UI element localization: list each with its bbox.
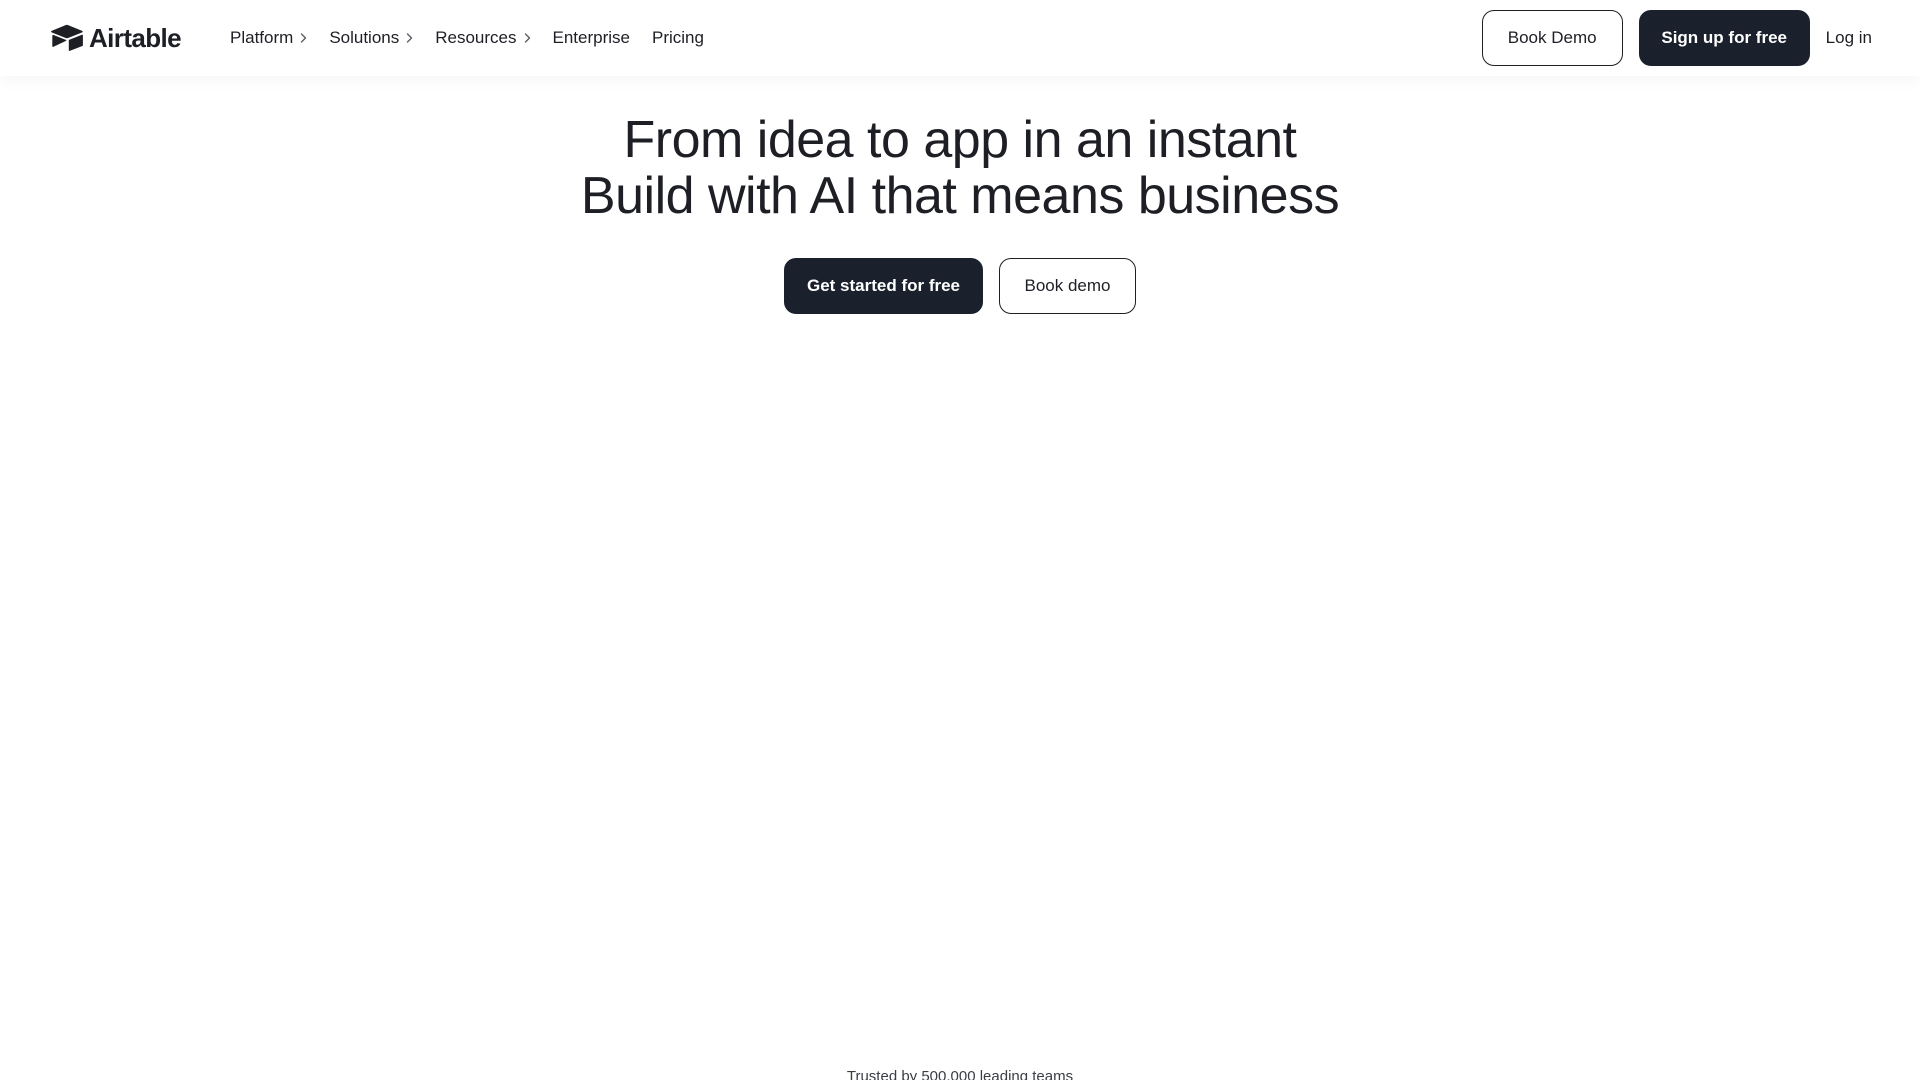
chevron-right-icon	[406, 33, 413, 43]
nav-item-enterprise[interactable]: Enterprise	[553, 28, 630, 48]
nav-item-resources[interactable]: Resources	[435, 28, 530, 48]
chevron-right-icon	[300, 33, 307, 43]
hero-headline-line-1: From idea to app in an instant	[623, 111, 1297, 169]
airtable-wordmark: Airtable	[89, 23, 182, 53]
header-actions: Book Demo Sign up for free Log in	[1481, 10, 1872, 66]
top-navigation-bar: Airtable Platform Solutions Resources En…	[0, 0, 1920, 76]
primary-nav: Platform Solutions Resources Enterprise	[230, 28, 726, 48]
nav-item-pricing[interactable]: Pricing	[652, 28, 704, 48]
chevron-right-icon	[524, 33, 531, 43]
nav-item-label: Resources	[435, 28, 517, 47]
page: Airtable Platform Solutions Resources En…	[0, 0, 1920, 1080]
hero-book-demo-button[interactable]: Book demo	[999, 258, 1136, 314]
get-started-button[interactable]: Get started for free	[784, 258, 983, 314]
hero-headline-line-2: Build with AI that means business	[580, 167, 1340, 225]
hero-headline: From idea to app in an instant Build wit…	[0, 112, 1920, 224]
trusted-by-text: Trusted by 500,000 leading teams	[846, 1068, 1074, 1080]
nav-item-platform[interactable]: Platform	[230, 28, 307, 48]
nav-item-label: Platform	[230, 28, 294, 47]
airtable-logo-icon	[50, 24, 84, 52]
hero-section: From idea to app in an instant Build wit…	[0, 112, 1920, 314]
sign-up-button[interactable]: Sign up for free	[1638, 10, 1810, 66]
nav-item-label: Enterprise	[552, 28, 630, 47]
nav-item-label: Pricing	[652, 28, 704, 47]
nav-item-label: Solutions	[329, 28, 400, 47]
book-demo-button[interactable]: Book Demo	[1481, 10, 1623, 66]
log-in-link[interactable]: Log in	[1826, 20, 1872, 56]
hero-cta-group: Get started for free Book demo	[0, 258, 1920, 314]
nav-item-solutions[interactable]: Solutions	[329, 28, 413, 48]
airtable-logo-link[interactable]: Airtable	[50, 23, 182, 53]
